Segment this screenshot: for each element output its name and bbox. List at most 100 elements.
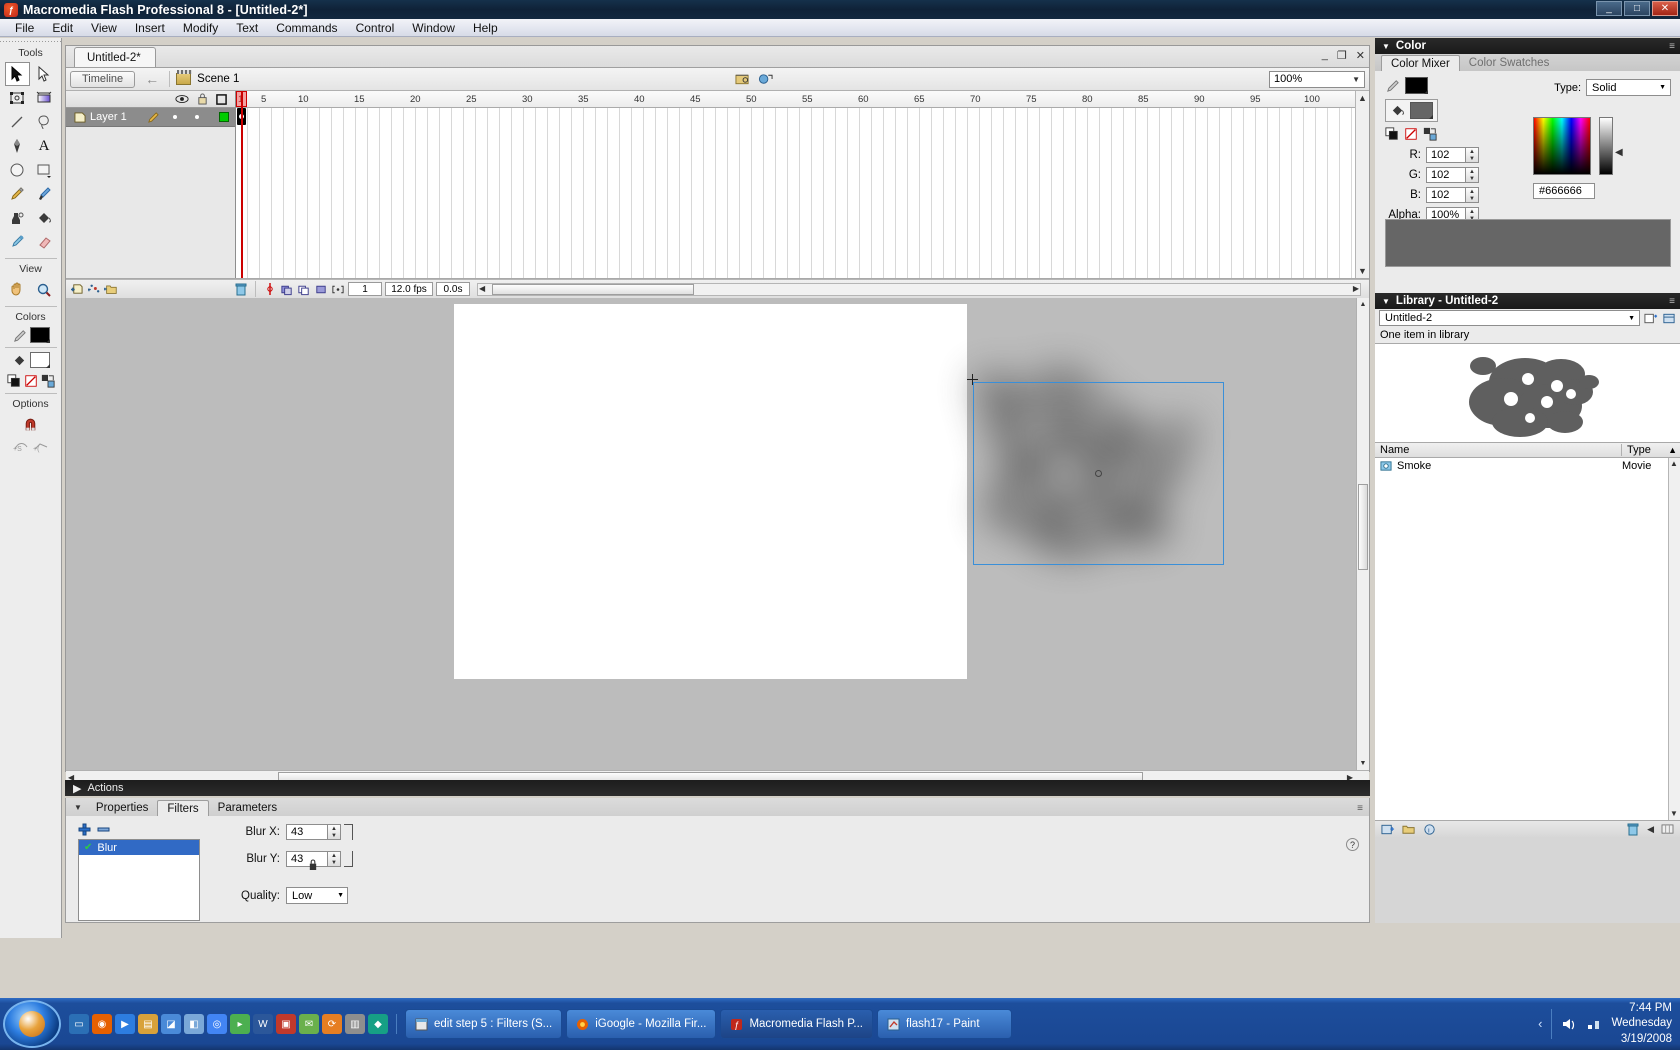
collapse-arrow-icon[interactable]: ▼ — [1382, 42, 1390, 51]
menu-help[interactable]: Help — [464, 20, 507, 36]
blue-stepper[interactable]: ▲ ▼ — [1466, 187, 1479, 203]
stroke-color-swatch[interactable] — [29, 327, 50, 343]
eye-icon[interactable] — [175, 94, 189, 104]
tab-color-swatches[interactable]: Color Swatches — [1460, 55, 1559, 71]
tab-filters[interactable]: Filters — [157, 800, 209, 816]
menu-commands[interactable]: Commands — [267, 20, 346, 36]
column-name[interactable]: Name — [1375, 444, 1622, 456]
wide-library-view-icon[interactable] — [1661, 824, 1674, 835]
free-transform-tool[interactable] — [5, 86, 30, 110]
layer-outline-color[interactable] — [219, 112, 229, 122]
flash-player-icon[interactable]: ▸ — [230, 1014, 250, 1034]
show-desktop-icon[interactable]: ▭ — [69, 1014, 89, 1034]
no-color-icon[interactable] — [24, 374, 38, 388]
menu-edit[interactable]: Edit — [43, 20, 82, 36]
lasso-tool[interactable] — [32, 110, 57, 134]
menu-file[interactable]: File — [6, 20, 43, 36]
black-and-white-icon[interactable] — [6, 374, 21, 388]
ink-bottle-tool[interactable] — [5, 206, 30, 230]
fill-color-swatch[interactable] — [29, 352, 50, 368]
hand-tool[interactable] — [5, 278, 30, 302]
frame-grid[interactable] — [236, 108, 1369, 278]
scroll-up-icon[interactable]: ▲ — [1358, 299, 1368, 310]
network-icon[interactable] — [1586, 1017, 1602, 1031]
pin-library-icon[interactable] — [1662, 312, 1676, 325]
layer-row[interactable]: Layer 1 — [66, 108, 235, 127]
cart-icon[interactable]: ▣ — [276, 1014, 296, 1034]
menu-text[interactable]: Text — [227, 20, 267, 36]
tab-properties[interactable]: Properties — [87, 800, 157, 816]
link-lock-icon[interactable] — [308, 859, 318, 871]
color-panel-header[interactable]: ▼ Color ≡ — [1375, 38, 1680, 54]
smooth-icon[interactable]: +S — [13, 439, 29, 453]
back-arrow-icon[interactable]: ← — [141, 71, 163, 87]
edit-scene-icon[interactable] — [734, 71, 751, 87]
swap-colors-icon[interactable] — [1423, 127, 1437, 141]
stage-vertical-scrollbar[interactable]: ▲ ▼ — [1356, 298, 1369, 770]
library-item-list[interactable]: Smoke Movie ▲ ▼ i ◀ — [1375, 458, 1680, 838]
menu-window[interactable]: Window — [403, 20, 464, 36]
blur-x-input[interactable]: 43 — [286, 824, 328, 840]
menu-control[interactable]: Control — [347, 20, 404, 36]
help-icon[interactable]: ? — [1346, 838, 1359, 851]
scroll-up-icon[interactable]: ▲ — [1670, 459, 1678, 468]
timeline-scrollbar[interactable]: ▲ ▼ — [1355, 91, 1369, 278]
zoom-level-select[interactable]: 100% ▼ — [1269, 70, 1365, 88]
swap-colors-icon[interactable] — [41, 374, 55, 388]
subselection-tool[interactable] — [32, 62, 57, 86]
delete-icon[interactable] — [1627, 823, 1640, 836]
red-input[interactable]: 102 — [1426, 147, 1466, 163]
minimize-button[interactable]: _ — [1596, 1, 1622, 16]
fill-type-select[interactable]: Solid ▼ — [1586, 79, 1671, 96]
menu-view[interactable]: View — [82, 20, 126, 36]
chat-icon[interactable]: ◆ — [368, 1014, 388, 1034]
color-spectrum-picker[interactable] — [1533, 117, 1591, 175]
filter-list[interactable]: ✔ Blur — [78, 839, 200, 921]
scroll-down-icon[interactable]: ▼ — [1670, 809, 1678, 818]
doc-restore-button[interactable]: ❐ — [1337, 49, 1347, 62]
quality-select[interactable]: Low ▼ — [286, 887, 348, 904]
task-button-firefox[interactable]: iGoogle - Mozilla Fir... — [566, 1009, 717, 1039]
hex-color-input[interactable]: #666666 — [1533, 183, 1595, 199]
delete-layer-icon[interactable] — [234, 282, 248, 296]
timeline-ruler[interactable]: 1 5 10 15 20 25 30 35 40 45 50 55 60 65 … — [236, 91, 1369, 108]
show-hidden-icons-icon[interactable]: ‹ — [1538, 1016, 1542, 1031]
stage-canvas[interactable] — [454, 304, 1224, 679]
panel-options-menu[interactable]: ≡ — [1669, 41, 1675, 52]
panel-options-menu[interactable]: ≡ — [1669, 296, 1675, 307]
document-tab[interactable]: Untitled-2* — [74, 47, 156, 67]
task-button-paint[interactable]: flash17 - Paint — [877, 1009, 1012, 1039]
layer-name[interactable]: Layer 1 — [90, 111, 127, 123]
paint-bucket-tool[interactable] — [32, 206, 57, 230]
black-and-white-icon[interactable] — [1385, 127, 1399, 141]
new-library-panel-icon[interactable] — [1644, 312, 1658, 325]
library-panel-header[interactable]: ▼ Library - Untitled-2 ≡ — [1375, 293, 1680, 309]
edit-symbols-icon[interactable] — [757, 71, 774, 87]
volume-icon[interactable] — [1561, 1017, 1577, 1031]
scroll-down-icon[interactable]: ▼ — [1358, 758, 1368, 769]
outline-icon[interactable] — [216, 93, 227, 105]
layer-lock-dot[interactable] — [194, 115, 199, 119]
filter-enabled-check[interactable]: ✔ — [84, 842, 92, 853]
notepad-icon[interactable]: ▥ — [345, 1014, 365, 1034]
pencil-icon[interactable] — [147, 111, 159, 123]
clock[interactable]: 7:44 PM Wednesday 3/19/2008 — [1611, 1001, 1672, 1048]
stage-vscroll-thumb[interactable] — [1358, 484, 1368, 570]
scroll-up-icon[interactable]: ▲ — [1358, 93, 1367, 103]
collapse-arrow-icon[interactable]: ▼ — [1382, 297, 1390, 306]
text-tool[interactable]: A — [32, 134, 57, 158]
red-stepper[interactable]: ▲ ▼ — [1466, 147, 1479, 163]
no-color-icon[interactable] — [1404, 127, 1418, 141]
scroll-right-icon[interactable]: ▶ — [1353, 284, 1359, 293]
rectangle-tool[interactable] — [32, 158, 57, 182]
doc-close-button[interactable]: ✕ — [1356, 49, 1365, 62]
collapse-arrow-icon[interactable]: ▼ — [72, 803, 87, 816]
library-document-select[interactable]: Untitled-2 ▼ — [1379, 310, 1640, 326]
onion-markers-bracket-icon[interactable] — [331, 282, 345, 296]
folder-icon[interactable]: ▤ — [138, 1014, 158, 1034]
straighten-icon[interactable]: +( — [33, 439, 49, 453]
paint-icon[interactable]: ◪ — [161, 1014, 181, 1034]
sort-order-icon[interactable]: ▲ — [1668, 445, 1677, 455]
snap-to-objects-magnet-icon[interactable] — [19, 413, 43, 435]
blue-input[interactable]: 102 — [1426, 187, 1466, 203]
